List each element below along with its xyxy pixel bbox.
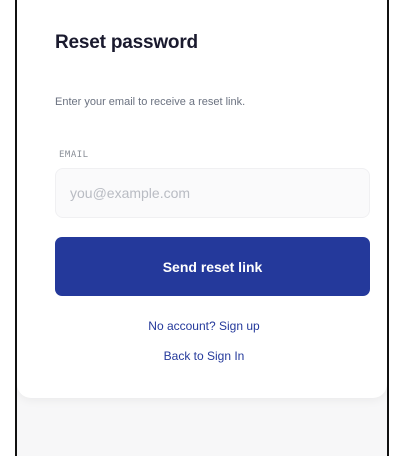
app-frame: Reset password Enter your email to recei… [15, 0, 389, 456]
email-field[interactable] [55, 168, 370, 218]
back-to-sign-in-link[interactable]: Back to Sign In [17, 349, 387, 363]
email-label: EMAIL [59, 150, 89, 160]
send-reset-link-button[interactable]: Send reset link [55, 237, 370, 296]
instructions-text: Enter your email to receive a reset link… [55, 96, 246, 108]
reset-password-card: Reset password Enter your email to recei… [17, 0, 387, 398]
sign-up-link[interactable]: No account? Sign up [17, 319, 387, 333]
page-title: Reset password [55, 32, 198, 53]
